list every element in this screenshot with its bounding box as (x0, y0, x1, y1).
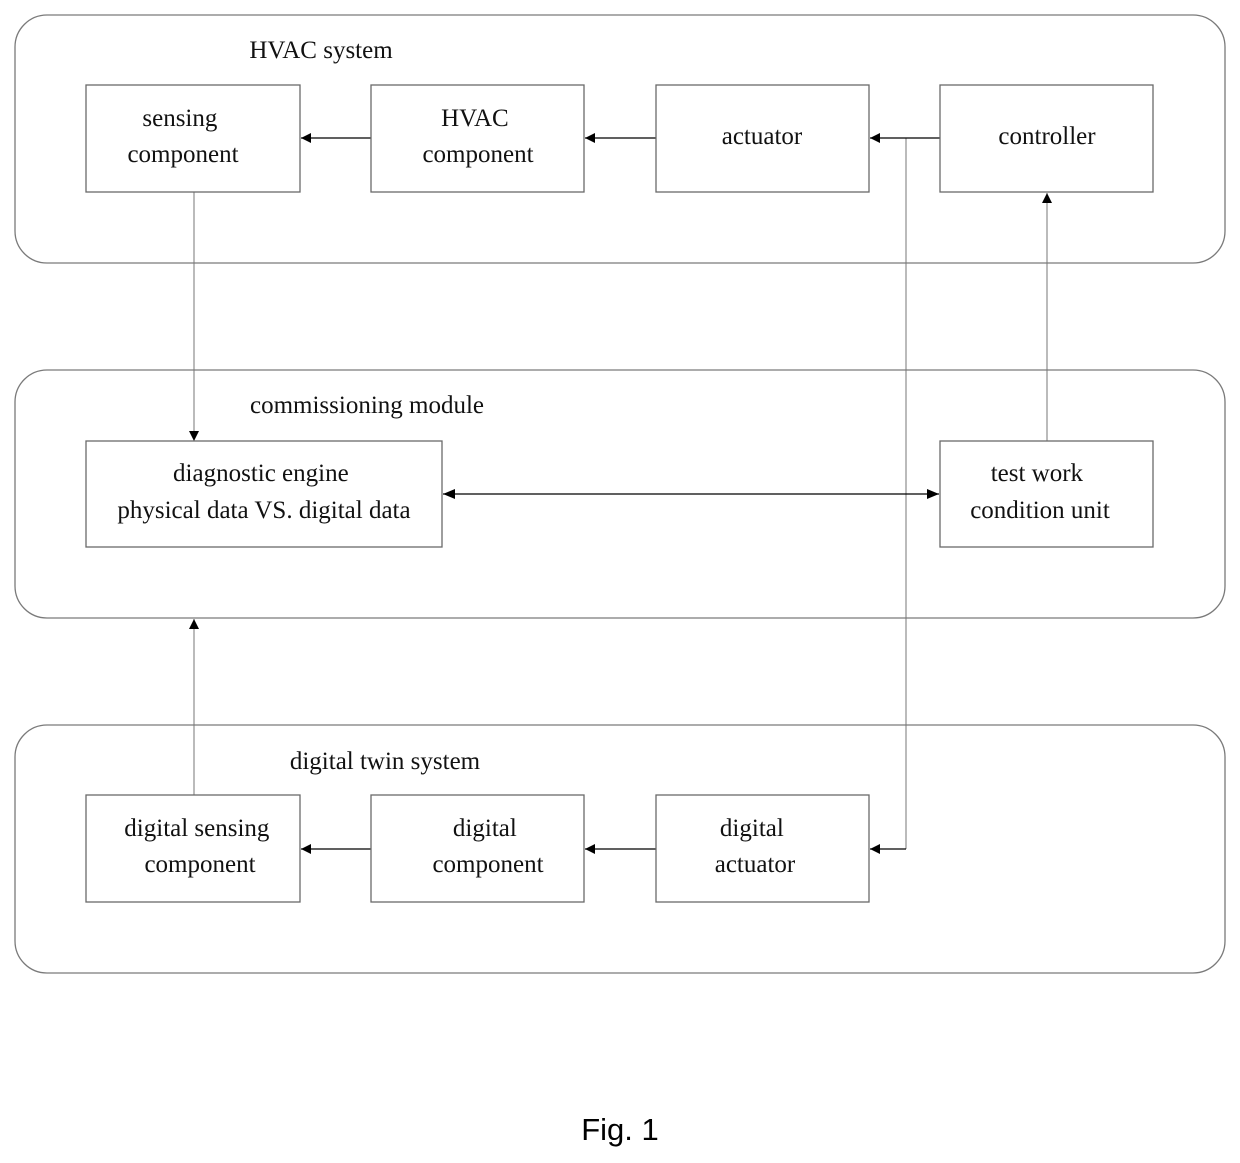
test-work-condition-unit-label-line2: condition unit (970, 497, 1110, 524)
sensing-component-label-line1: sensing (142, 105, 218, 132)
digital-component-label-line1: digital (453, 815, 517, 842)
hvac-component-label-line2: component (422, 141, 533, 168)
controller-label: controller (998, 123, 1096, 150)
commissioning-module-title: commissioning module (250, 392, 484, 419)
hvac-component-box: HVAC component (370, 84, 585, 193)
digital-sensing-component-label-line1: digital sensing (124, 815, 270, 842)
actuator-label: actuator (722, 123, 803, 150)
digital-component-box: digital component (370, 794, 585, 903)
hvac-system-title: HVAC system (249, 37, 393, 64)
hvac-commissioning-diagram: HVAC system commissioning module digital… (14, 14, 1226, 1147)
hvac-component-label-line1: HVAC (441, 105, 509, 132)
test-work-condition-unit-label-line1: test work (991, 460, 1084, 487)
digital-actuator-label-line2: actuator (715, 851, 796, 878)
test-work-condition-unit-box: test work condition unit (939, 440, 1154, 548)
diagnostic-engine-label-line2: physical data VS. digital data (117, 497, 410, 524)
digital-component-label-line2: component (432, 851, 543, 878)
digital-sensing-component-label-line2: component (144, 851, 255, 878)
diagnostic-engine-box: diagnostic engine physical data VS. digi… (85, 440, 443, 548)
digital-sensing-component-box: digital sensing component (85, 794, 301, 903)
figure-caption: Fig. 1 (581, 1112, 659, 1147)
diagnostic-engine-label-line1: diagnostic engine (173, 460, 349, 487)
digital-twin-system-title: digital twin system (290, 748, 481, 775)
sensing-component-box: sensing component (85, 84, 301, 193)
digital-actuator-box: digital actuator (655, 794, 870, 903)
digital-actuator-label-line1: digital (720, 815, 784, 842)
actuator-box: actuator (655, 84, 870, 193)
sensing-component-label-line2: component (127, 141, 238, 168)
controller-box: controller (939, 84, 1154, 193)
